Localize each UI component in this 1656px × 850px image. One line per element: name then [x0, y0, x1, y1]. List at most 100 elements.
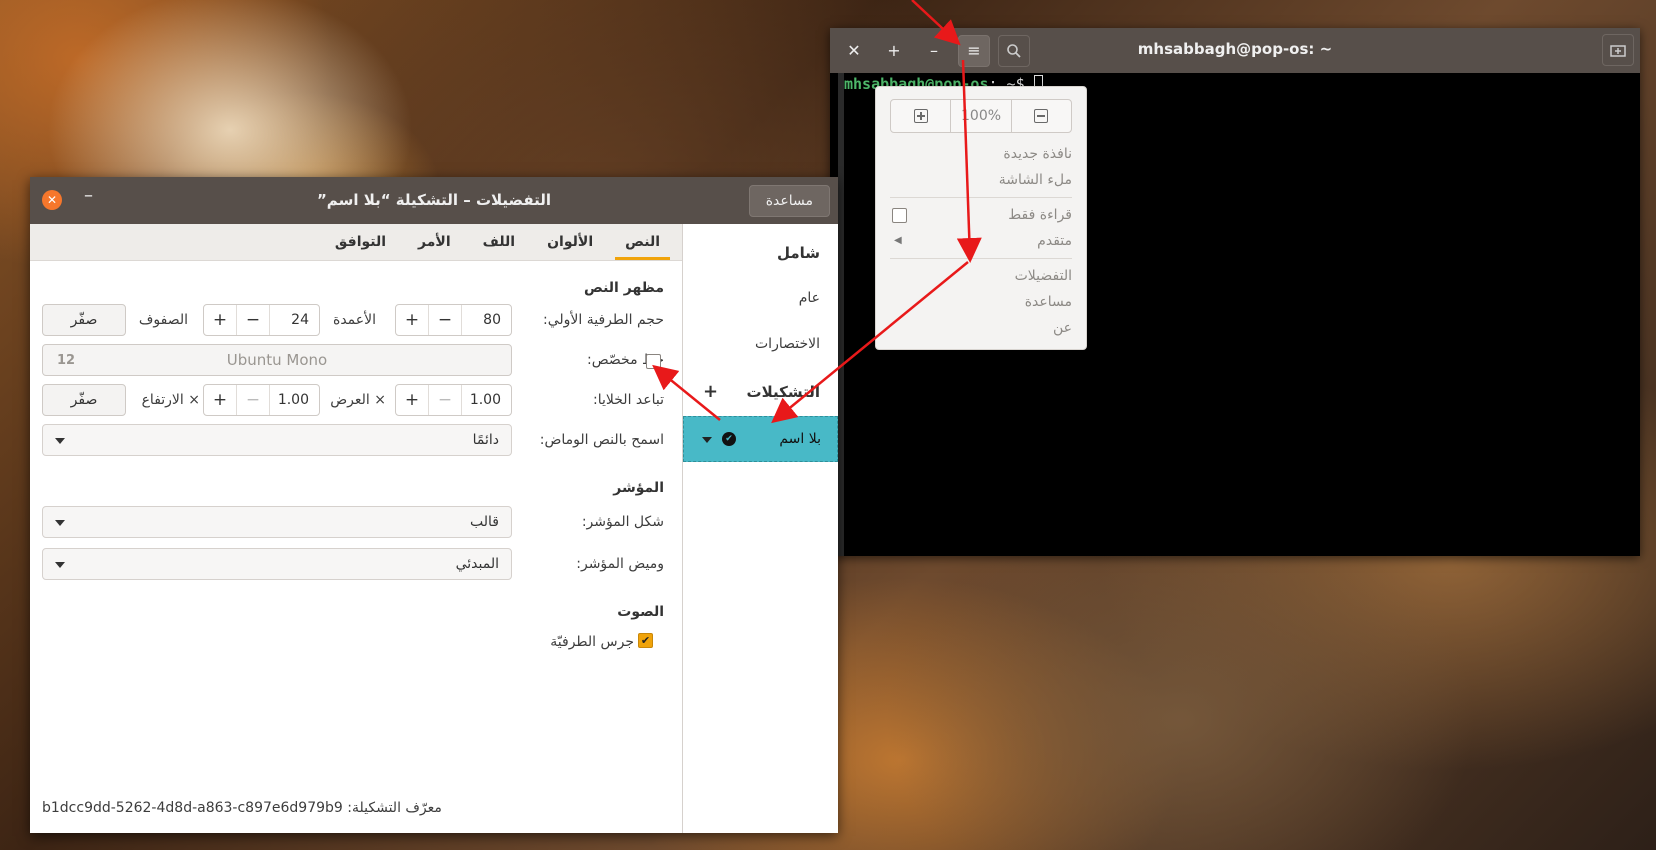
columns-value[interactable]: 80: [462, 305, 511, 335]
tab-compatibility[interactable]: التوافق: [325, 224, 396, 260]
tab-text[interactable]: النص: [615, 224, 670, 260]
rows-decrease-button[interactable]: −: [237, 305, 270, 335]
sidebar-item-general[interactable]: عام: [781, 290, 838, 306]
cell-width-label: × العرض: [330, 392, 386, 408]
sidebar-general-header: شامل: [776, 244, 820, 262]
font-name: Ubuntu Mono: [226, 351, 328, 369]
cell-width-decrease-button[interactable]: −: [429, 385, 462, 415]
profile-menu-dropdown-icon[interactable]: [702, 437, 712, 443]
chevron-down-icon: [55, 520, 65, 526]
blink-text-combo[interactable]: دائمًا: [42, 424, 512, 456]
zoom-in-button[interactable]: [891, 100, 952, 132]
sidebar-profiles-header: التشكيلات: [746, 383, 820, 401]
reset-size-button[interactable]: صفّر: [42, 304, 126, 336]
cell-height-decrease-button[interactable]: −: [237, 385, 270, 415]
minimize-icon: –: [930, 41, 938, 60]
profile-id: معرّف التشكيلة: b1dcc9dd-5262-4d8d-a863-…: [42, 800, 442, 816]
menu-item-advanced[interactable]: متقدم ◀: [890, 228, 1072, 254]
rows-spinner[interactable]: + − 24: [203, 304, 320, 336]
blink-text-value: دائمًا: [472, 432, 499, 448]
cursor-header: المؤشر: [613, 480, 664, 496]
menu-item-help[interactable]: مساعدة: [890, 289, 1072, 315]
font-chooser-button[interactable]: Ubuntu Mono 12: [42, 344, 512, 376]
terminal-bell-checkbox[interactable]: ✔: [638, 633, 653, 648]
terminal-close-button[interactable]: ✕: [838, 35, 870, 67]
zoom-out-button[interactable]: [1012, 100, 1071, 132]
new-tab-icon: [1610, 45, 1626, 57]
terminal-menu-button[interactable]: ≡: [958, 34, 990, 67]
rows-value[interactable]: 24: [270, 305, 319, 335]
cell-height-increase-button[interactable]: +: [204, 385, 237, 415]
default-profile-check-icon: ✔: [722, 432, 736, 446]
hamburger-menu-icon: ≡: [967, 41, 981, 60]
close-icon: ✕: [847, 41, 861, 60]
menu-item-read-only[interactable]: قراءة فقط: [890, 202, 1072, 228]
cell-spacing-label: تباعد الخلايا:: [593, 392, 664, 408]
zoom-level[interactable]: 100%: [951, 100, 1012, 132]
tab-scrolling[interactable]: اللف: [473, 224, 525, 260]
profile-name: بلا اسم: [779, 431, 821, 447]
reset-spacing-button[interactable]: صفّر: [42, 384, 126, 416]
add-profile-button[interactable]: +: [703, 381, 718, 402]
rows-label: الصفوف: [138, 312, 188, 328]
terminal-bell-label: جرس الطرفيّة: [550, 634, 634, 650]
preferences-window: ✕ – التفضيلات – التشكيلة “بلا اسم” مساعد…: [30, 177, 838, 833]
cell-height-value[interactable]: 1.00: [270, 385, 319, 415]
blink-text-label: اسمح بالنص الوماض:: [539, 432, 664, 448]
zoom-in-icon: [913, 109, 928, 123]
terminal-title: mhsabbagh@pop-os: ~: [1137, 40, 1333, 58]
menu-separator: [890, 197, 1072, 198]
profile-id-value: b1dcc9dd-5262-4d8d-a863-c897e6d979b9: [42, 800, 343, 816]
terminal-search-button[interactable]: [998, 34, 1030, 67]
cursor-shape-value: قالب: [470, 514, 499, 530]
help-button[interactable]: مساعدة: [748, 185, 830, 217]
cursor-blink-combo[interactable]: المبدئي: [42, 548, 512, 580]
menu-item-preferences[interactable]: التفضيلات: [890, 263, 1072, 289]
read-only-checkbox[interactable]: [892, 208, 907, 223]
profile-id-label: معرّف التشكيلة:: [347, 800, 442, 816]
menu-item-about[interactable]: عن: [890, 315, 1072, 341]
sidebar-item-profile[interactable]: بلا اسم ✔: [683, 416, 838, 462]
cell-width-value[interactable]: 1.00: [462, 385, 511, 415]
preferences-title: التفضيلات – التشكيلة “بلا اسم”: [316, 191, 552, 209]
rows-increase-button[interactable]: +: [204, 305, 237, 335]
cell-height-spinner[interactable]: + − 1.00: [203, 384, 320, 416]
columns-decrease-button[interactable]: −: [429, 305, 462, 335]
cell-width-increase-button[interactable]: +: [396, 385, 429, 415]
text-appearance-header: مظهر النص: [583, 280, 664, 296]
terminal-new-tab-button[interactable]: +: [878, 35, 910, 67]
initial-size-label: حجم الطرفية الأولي:: [543, 312, 664, 328]
cell-width-spinner[interactable]: + − 1.00: [395, 384, 512, 416]
cursor-shape-label: شكل المؤشر:: [581, 514, 664, 530]
terminal-new-tab-right-button[interactable]: [1602, 34, 1634, 66]
custom-font-checkbox[interactable]: [646, 354, 661, 369]
font-size: 12: [57, 353, 76, 368]
cell-height-label: × الارتفاع: [141, 392, 200, 408]
sound-header: الصوت: [617, 604, 664, 620]
preferences-sidebar: شامل عام الاختصارات التشكيلات + بلا اسم …: [682, 224, 838, 833]
preferences-main: النص الألوان اللف الأمر التوافق مظهر الن…: [30, 224, 682, 833]
tab-colors[interactable]: الألوان: [537, 224, 603, 260]
columns-increase-button[interactable]: +: [396, 305, 429, 335]
menu-item-fullscreen[interactable]: ملء الشاشة: [890, 167, 1072, 193]
cursor-shape-combo[interactable]: قالب: [42, 506, 512, 538]
sidebar-item-shortcuts[interactable]: الاختصارات: [737, 336, 838, 352]
menu-item-new-window[interactable]: نافذة جديدة: [890, 141, 1072, 167]
cursor-blink-label: وميض المؤشر:: [576, 556, 664, 572]
menu-item-advanced-label: متقدم: [1037, 233, 1072, 249]
cursor-blink-value: المبدئي: [455, 556, 499, 572]
columns-label: الأعمدة: [332, 312, 376, 328]
zoom-out-icon: [1034, 109, 1049, 123]
columns-spinner[interactable]: + − 80: [395, 304, 512, 336]
search-icon: [1007, 43, 1021, 58]
check-icon: ✔: [640, 634, 651, 647]
preferences-header: ✕ – التفضيلات – التشكيلة “بلا اسم” مساعد…: [30, 177, 838, 224]
zoom-control: 100%: [890, 99, 1072, 133]
menu-separator: [890, 258, 1072, 259]
terminal-menu-popover: 100% نافذة جديدة ملء الشاشة قراءة فقط مت…: [875, 86, 1087, 350]
tab-command[interactable]: الأمر: [408, 224, 461, 260]
chevron-down-icon: [55, 438, 65, 444]
submenu-arrow-icon: ◀: [894, 235, 902, 246]
terminal-minimize-button[interactable]: –: [918, 35, 950, 67]
chevron-down-icon: [55, 562, 65, 568]
